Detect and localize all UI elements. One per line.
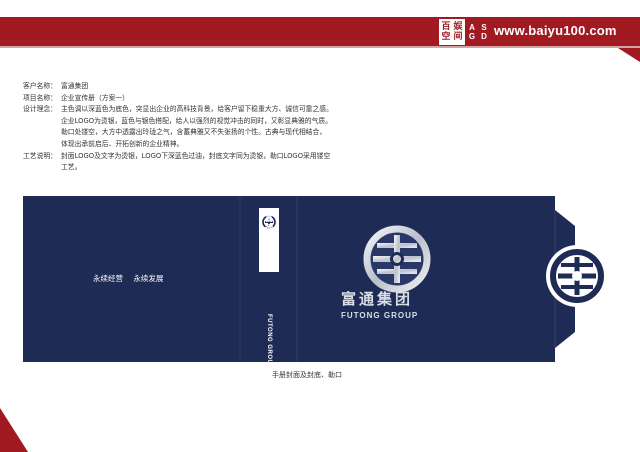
cover-brand-name-cn: 富通集团 <box>341 290 414 308</box>
cover-brand-name-en: FUTONG GROUP <box>341 311 419 320</box>
corner-decoration-top-right <box>618 48 640 62</box>
desc-label <box>23 116 61 128</box>
desc-value: 主色调以深蓝色为底色，突显出企业的高科技背景，给客户留下稳重大方、诚信可靠之感。 <box>61 105 333 114</box>
brand-letter: S <box>481 23 487 32</box>
spine-char: 团 <box>264 244 274 254</box>
brand-char: 间 <box>453 32 463 42</box>
brochure-cover: 永续经营 永续发展 富 通 集 团 FUTONG GROUP 富通集团 FUTO… <box>23 196 605 369</box>
desc-label: 设计理念： <box>23 105 57 114</box>
desc-row: 体现出承前启后、开拓创新的企业精神。 <box>23 139 423 151</box>
spine-char: 富 <box>264 214 274 224</box>
brand-logo-cn: 百 娱 空 间 <box>439 19 465 45</box>
project-description: 客户名称： 富通集团 项目名称： 企业宣传册（方案一） 设计理念： 主色调以深蓝… <box>23 81 423 174</box>
desc-value: 企业LOGO为烫银，蓝色与银色搭配，给人以强烈的视觉冲击的同时，又彰显典雅的气质… <box>61 116 332 125</box>
brand-char: 娱 <box>453 22 463 32</box>
desc-row: 客户名称： 富通集团 <box>23 81 423 93</box>
desc-value: 富通集团 <box>61 82 89 90</box>
desc-value: 企业宣传册（方案一） <box>61 93 129 102</box>
brand-char: 空 <box>441 32 451 42</box>
futong-logo-icon <box>363 225 431 293</box>
desc-label: 客户名称： <box>23 82 57 90</box>
desc-value: 工艺。 <box>61 163 82 172</box>
desc-label <box>23 162 61 174</box>
corner-decoration-bottom-left <box>0 408 28 452</box>
brand-logo[interactable]: 百 娱 空 间 A S G D <box>438 18 492 46</box>
desc-label: 工艺说明： <box>23 151 57 160</box>
spine-char: 集 <box>264 234 274 244</box>
figure-caption: 手册封面及封底、勒口 <box>272 371 342 379</box>
site-url-link[interactable]: www.baiyu100.com <box>494 20 617 42</box>
desc-row: 工艺。 <box>23 162 423 174</box>
desc-label <box>23 139 61 151</box>
back-cover-slogan: 永续经营 永续发展 <box>93 273 171 284</box>
brand-letter: D <box>481 32 487 41</box>
brand-logo-en: A S G D <box>465 19 491 45</box>
desc-label: 项目名称： <box>23 93 57 102</box>
brand-letter: G <box>468 32 476 41</box>
brand-letter: A <box>469 23 475 32</box>
desc-value: 勒口处镂空，大方中透露出玲珑之气，含蓄典雅又不失张扬的个性。古典与现代相结合， <box>61 128 327 137</box>
slogan-left: 永续经营 <box>93 274 123 283</box>
spine-title-cn: 富 通 集 团 <box>263 214 275 254</box>
desc-value: 体现出承前启后、开拓创新的企业精神。 <box>61 139 184 148</box>
desc-label <box>23 127 61 139</box>
desc-row: 项目名称： 企业宣传册（方案一） <box>23 93 423 105</box>
spine-char: 通 <box>264 224 274 234</box>
desc-value: 封面LOGO及文字为烫银，LOGO下深蓝色过油，封底文字同为烫银，勒口LOGO采… <box>61 151 331 160</box>
desc-row: 企业LOGO为烫银，蓝色与银色搭配，给人以强烈的视觉冲击的同时，又彰显典雅的气质… <box>23 116 423 128</box>
spine-title-en: FUTONG GROUP <box>266 314 272 369</box>
brand-char: 百 <box>441 22 451 32</box>
desc-row: 工艺说明： 封面LOGO及文字为烫银，LOGO下深蓝色过油，封底文字同为烫银，勒… <box>23 151 423 163</box>
desc-row: 勒口处镂空，大方中透露出玲珑之气，含蓄典雅又不失张扬的个性。古典与现代相结合， <box>23 127 423 139</box>
desc-row: 设计理念： 主色调以深蓝色为底色，突显出企业的高科技背景，给客户留下稳重大方、诚… <box>23 104 423 116</box>
header-stripe <box>0 46 640 48</box>
slogan-right: 永续发展 <box>133 274 164 283</box>
